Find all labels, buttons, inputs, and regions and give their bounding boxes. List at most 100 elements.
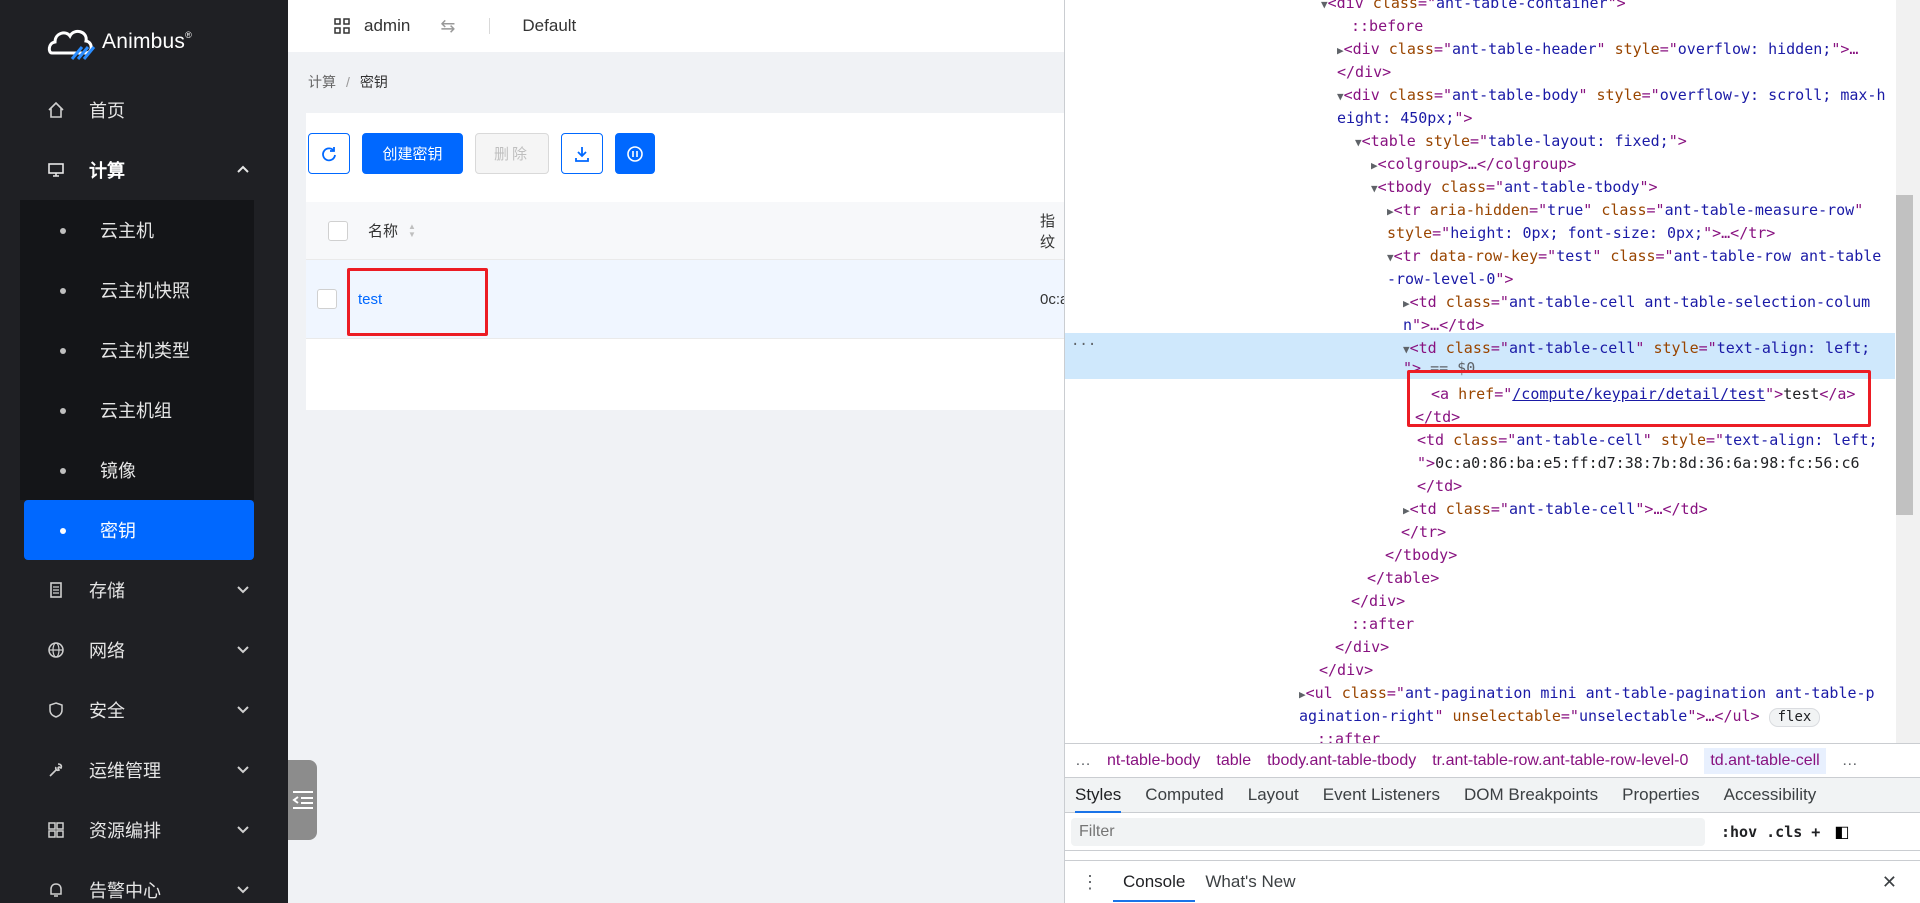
sidebar-collapse-handle[interactable] bbox=[288, 760, 317, 840]
create-keypair-button[interactable]: 创建密钥 bbox=[362, 133, 463, 174]
sidebar-item-network[interactable]: 网络 bbox=[0, 620, 288, 680]
logo[interactable]: Animbus® bbox=[46, 22, 192, 62]
dom-line[interactable]: -row-level-0"> bbox=[1387, 268, 1513, 291]
compute-submenu: 云主机 云主机快照 云主机类型 云主机组 镜像 bbox=[20, 200, 254, 500]
table-header: 名称 ▲ ▼ 指纹 bbox=[306, 202, 1064, 259]
dom-line[interactable]: ::after bbox=[1317, 728, 1380, 743]
download-icon bbox=[575, 146, 589, 162]
storage-icon bbox=[47, 581, 65, 599]
more-icon[interactable]: ··· bbox=[1071, 334, 1096, 357]
dom-line[interactable]: </div> bbox=[1335, 636, 1389, 659]
close-icon[interactable]: ✕ bbox=[1882, 872, 1897, 893]
dom-line[interactable]: ▶<td class="ant-table-cell ant-table-sel… bbox=[1403, 291, 1870, 316]
column-header-name[interactable]: 名称 ▲ ▼ bbox=[368, 220, 416, 241]
tab-layout[interactable]: Layout bbox=[1248, 785, 1299, 805]
bullet-icon bbox=[60, 288, 66, 294]
sidebar-subitem-snapshot[interactable]: 云主机快照 bbox=[20, 260, 254, 320]
tab-dom-breakpoints[interactable]: DOM Breakpoints bbox=[1464, 785, 1598, 805]
column-label: 名称 bbox=[368, 223, 399, 240]
dom-line[interactable]: ▶<td class="ant-table-cell">…</td> bbox=[1403, 498, 1708, 523]
dom-line[interactable]: ::after bbox=[1351, 613, 1414, 636]
dom-line[interactable]: ">0c:a0:86:ba:e5:ff:d7:38:7b:8d:36:6a:98… bbox=[1417, 452, 1860, 475]
pause-circle-icon bbox=[627, 145, 643, 162]
drawer-menu-icon[interactable]: ⋮ bbox=[1081, 872, 1099, 893]
chevron-up-icon bbox=[237, 165, 249, 173]
crumb-item-active[interactable]: td.ant-table-cell bbox=[1704, 747, 1826, 774]
apps-grid-icon[interactable] bbox=[334, 18, 350, 34]
dom-line[interactable]: </div> bbox=[1337, 61, 1391, 84]
subitem-label: 密钥 bbox=[100, 521, 136, 541]
sidebar-item-compute[interactable]: 计算 bbox=[0, 140, 288, 200]
breadcrumb-parent[interactable]: 计算 bbox=[308, 74, 336, 90]
sidebar-menu: 首页 计算 云主机 云主机快照 云主机类型 云主机组 镜像 密钥 存储 网络 安… bbox=[0, 80, 288, 903]
sidebar-item-label: 存储 bbox=[89, 581, 125, 601]
row-checkbox[interactable] bbox=[317, 289, 337, 309]
tab-properties[interactable]: Properties bbox=[1622, 785, 1699, 805]
dom-line[interactable]: ▼<div class="ant-table-body" style="over… bbox=[1337, 84, 1886, 109]
dom-line[interactable]: </div> bbox=[1319, 659, 1373, 682]
collapse-menu-icon bbox=[291, 791, 313, 809]
sidebar-subitem-keypair[interactable]: 密钥 bbox=[24, 500, 254, 560]
animbus-logo-icon bbox=[47, 29, 96, 60]
elements-scroll-thumb[interactable] bbox=[1896, 195, 1913, 515]
pause-button[interactable] bbox=[615, 133, 655, 174]
dom-line[interactable]: ▶<ul class="ant-pagination mini ant-tabl… bbox=[1299, 682, 1875, 707]
dom-line[interactable]: ▶<colgroup>…</colgroup> bbox=[1371, 153, 1576, 178]
dom-line[interactable]: ▼<tbody class="ant-table-tbody"> bbox=[1371, 176, 1658, 201]
sidebar-item-alerts[interactable]: 告警中心 bbox=[0, 860, 288, 903]
sidebar-subitem-image[interactable]: 镜像 bbox=[20, 440, 254, 500]
sidebar-item-orchestration[interactable]: 资源编排 bbox=[0, 800, 288, 860]
style-tools[interactable]: :hov .cls + bbox=[1721, 823, 1820, 841]
dom-line[interactable]: ▼<table style="table-layout: fixed;"> bbox=[1355, 130, 1687, 155]
dom-line[interactable]: ::before bbox=[1351, 15, 1423, 38]
tab-event-listeners[interactable]: Event Listeners bbox=[1323, 785, 1440, 805]
toolbar: 创建密钥 删除 bbox=[308, 133, 667, 175]
dom-line[interactable]: eight: 450px;"> bbox=[1337, 107, 1472, 130]
flex-badge[interactable]: flex bbox=[1768, 708, 1821, 727]
refresh-button[interactable] bbox=[308, 133, 350, 174]
current-project[interactable]: Default bbox=[522, 16, 576, 36]
crumb-more[interactable]: … bbox=[1842, 752, 1858, 770]
toggle-sidebar-icon[interactable]: ◧ bbox=[1834, 822, 1849, 842]
crumb-item[interactable]: tbody.ant-table-tbody bbox=[1267, 752, 1416, 770]
crumb-item[interactable]: tr.ant-table-row.ant-table-row-level-0 bbox=[1432, 752, 1688, 770]
tab-console[interactable]: Console bbox=[1113, 862, 1196, 902]
tab-styles[interactable]: Styles bbox=[1075, 785, 1122, 813]
tab-computed[interactable]: Computed bbox=[1145, 785, 1223, 805]
sidebar-subitem-instance[interactable]: 云主机 bbox=[20, 200, 254, 260]
current-user[interactable]: admin bbox=[364, 16, 410, 36]
dom-line[interactable]: n">…</td> bbox=[1403, 314, 1484, 337]
devtools-panel: ··· ▼<div class="ant-table-container"> :… bbox=[1064, 0, 1920, 903]
dom-line[interactable]: ▶<tr aria-hidden="true" class="ant-table… bbox=[1387, 199, 1863, 224]
tab-whats-new[interactable]: What's New bbox=[1205, 872, 1295, 892]
home-icon bbox=[47, 101, 65, 119]
sidebar-item-security[interactable]: 安全 bbox=[0, 680, 288, 740]
dom-line[interactable]: </td> bbox=[1417, 475, 1462, 498]
sidebar-item-ops[interactable]: 运维管理 bbox=[0, 740, 288, 800]
compute-submenu-active: 密钥 bbox=[20, 500, 254, 560]
sort-icon[interactable]: ▲ ▼ bbox=[408, 222, 416, 239]
select-all-checkbox[interactable] bbox=[328, 220, 348, 241]
dom-line[interactable]: </tr> bbox=[1401, 521, 1446, 544]
tab-accessibility[interactable]: Accessibility bbox=[1724, 785, 1817, 805]
dom-line[interactable]: ▼<tr data-row-key="test" class="ant-tabl… bbox=[1387, 245, 1881, 270]
dom-line[interactable]: style="height: 0px; font-size: 0px;">…</… bbox=[1387, 222, 1775, 245]
sidebar-subitem-flavor[interactable]: 云主机类型 bbox=[20, 320, 254, 380]
sidebar-subitem-server-group[interactable]: 云主机组 bbox=[20, 380, 254, 440]
dom-line[interactable]: </div> bbox=[1351, 590, 1405, 613]
crumb-more[interactable]: … bbox=[1075, 752, 1091, 770]
crumb-item[interactable]: nt-table-body bbox=[1107, 752, 1200, 770]
crumb-item[interactable]: table bbox=[1216, 752, 1251, 770]
switch-project-icon[interactable]: ⇆ bbox=[440, 16, 455, 37]
dom-line[interactable]: </tbody> bbox=[1385, 544, 1457, 567]
sidebar-item-storage[interactable]: 存储 bbox=[0, 560, 288, 620]
column-header-fingerprint: 指纹 bbox=[1040, 212, 1056, 251]
dom-line[interactable]: agination-right" unselectable="unselecta… bbox=[1299, 705, 1821, 728]
delete-button[interactable]: 删除 bbox=[475, 133, 549, 174]
dom-line[interactable]: </table> bbox=[1367, 567, 1439, 590]
styles-filter-input[interactable] bbox=[1071, 817, 1705, 846]
dom-line[interactable]: ▶<div class="ant-table-header" style="ov… bbox=[1337, 38, 1858, 63]
download-button[interactable] bbox=[561, 133, 603, 174]
sidebar-item-home[interactable]: 首页 bbox=[0, 80, 288, 140]
dom-line[interactable]: <td class="ant-table-cell" style="text-a… bbox=[1417, 429, 1878, 452]
